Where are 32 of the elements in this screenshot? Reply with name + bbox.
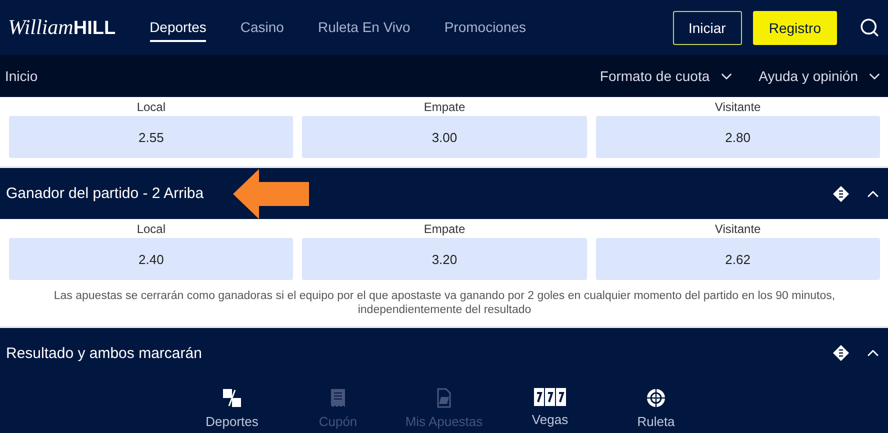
login-button[interactable]: Iniciar (672, 10, 742, 44)
breadcrumb-link[interactable]: Inicio (5, 68, 38, 84)
outcome-label: Local (136, 222, 166, 236)
odds-button[interactable]: 3.00 (302, 116, 587, 158)
nav-tab[interactable]: Casino (240, 14, 284, 42)
outcome-label: Local (136, 100, 166, 114)
search-icon[interactable] (859, 17, 880, 38)
market-title: Ganador del partido - 2 Arriba (6, 185, 204, 202)
roulette-icon (646, 388, 666, 408)
register-button[interactable]: Registro (752, 10, 837, 44)
outcome-label: Empate (424, 222, 466, 236)
odds-button[interactable]: 2.62 (596, 238, 880, 280)
bottom-nav-item[interactable]: Deportes (179, 388, 285, 433)
receipt-icon (328, 388, 348, 408)
dropdown-menu[interactable]: Formato de cuota (600, 68, 735, 84)
bottom-nav-item[interactable]: Ruleta (603, 388, 709, 433)
odds-button[interactable]: 2.55 (9, 116, 294, 158)
odds-button[interactable]: 2.80 (596, 116, 880, 158)
market-title: Resultado y ambos marcarán (6, 344, 202, 362)
odds-button[interactable]: 2.40 (9, 238, 294, 280)
outcome-label: Visitante (714, 222, 761, 236)
outcome-label: Empate (424, 100, 466, 114)
bottom-nav-item[interactable]: Vegas (497, 388, 603, 433)
logo: WilliamHILL (8, 15, 116, 40)
slot-machine-icon (534, 388, 566, 406)
nav-tab[interactable]: Promociones (444, 14, 526, 42)
dropdown-menu[interactable]: Ayuda y opinión (758, 68, 883, 84)
market-note: Las apuestas se cerrarán como ganadoras si el equipo por el que apostaste va ganando por 2 goles en cualquier momento del partido en los 90 minutos, independientemente del resultado (52, 290, 836, 318)
nav-tab[interactable]: Ruleta En Vivo (318, 14, 410, 42)
odds-button[interactable]: 3.20 (302, 238, 587, 280)
nav-tab[interactable]: Deportes (150, 14, 206, 42)
outcome-label: Visitante (714, 100, 761, 114)
